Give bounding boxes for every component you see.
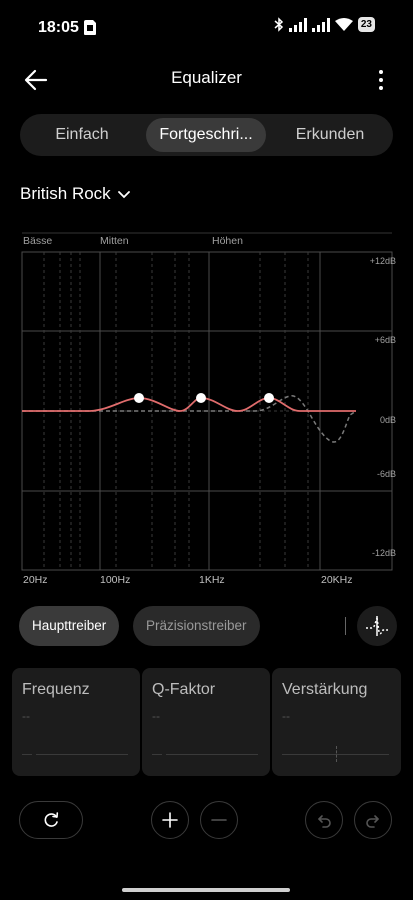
eq-control-point[interactable] [134,393,144,403]
page-title: Equalizer [171,68,242,87]
eq-control-point[interactable] [196,393,206,403]
sim-card-icon [84,20,96,35]
y-tick-label: +6dB [375,335,396,345]
tab-erkunden[interactable]: Erkunden [272,118,388,152]
plus-icon [162,812,178,828]
eq-control-point[interactable] [264,393,274,403]
frequency-label: Frequenz [22,681,90,698]
gain-card[interactable]: Verstärkung -- [272,668,401,776]
band-label-bass: Bässe [23,235,52,247]
minus-icon [211,819,227,821]
frequency-card[interactable]: Frequenz -- [12,668,140,776]
frequency-slider[interactable] [36,754,128,755]
y-tick-label: 0dB [380,415,396,425]
add-point-button[interactable] [151,801,189,839]
signal-icon [311,17,330,32]
more-vertical-icon[interactable] [371,66,391,94]
status-time: 18:05 [38,19,79,36]
gain-center-mark [336,746,337,762]
undo-button[interactable] [305,801,343,839]
reset-icon [44,812,59,827]
tab-fortgeschritten[interactable]: Fortgeschri... [146,118,266,152]
driver-selector: Haupttreiber Präzisionstreiber [0,604,413,648]
q-factor-value: -- [152,709,160,723]
tab-einfach[interactable]: Einfach [24,118,140,152]
reset-button[interactable] [19,801,83,839]
x-tick-label: 1KHz [199,574,225,586]
main-driver-button[interactable]: Haupttreiber [19,606,120,646]
header: Equalizer [0,56,413,102]
x-tick-label: 100Hz [100,574,130,586]
battery-icon: 23 [357,17,375,32]
preset-name: British Rock [20,184,111,203]
frequency-slider-lead [22,754,32,755]
status-bar: 18:05 23 [0,0,413,56]
curve-toggle-icon[interactable] [357,606,397,646]
redo-icon [366,815,379,828]
home-indicator[interactable] [122,888,290,892]
q-factor-label: Q-Faktor [152,681,216,698]
x-tick-label: 20Hz [23,574,48,586]
precision-driver-button[interactable]: Präzisionstreiber [133,606,260,646]
chevron-down-icon [117,191,130,199]
wifi-icon [334,17,353,31]
band-label-mid: Mitten [100,235,129,247]
bluetooth-icon [274,17,283,32]
gain-value: -- [282,709,290,723]
y-tick-label: -6dB [377,469,396,479]
gain-label: Verstärkung [282,681,368,698]
mode-tabs: Einfach Fortgeschri... Erkunden [20,114,393,156]
frequency-value: -- [22,709,30,723]
undo-icon [318,815,331,828]
band-label-high: Höhen [212,235,243,247]
redo-button[interactable] [354,801,392,839]
q-factor-slider-lead [152,754,162,755]
signal-icon [288,17,307,32]
eq-chart[interactable]: Bässe Mitten Höhen +12dB +6dB 0dB -6dB -… [0,226,413,592]
divider [345,617,346,635]
preset-dropdown[interactable]: British Rock [20,184,131,204]
y-tick-label: +12dB [370,256,396,266]
remove-point-button[interactable] [200,801,238,839]
y-tick-label: -12dB [372,548,396,558]
x-tick-label: 20KHz [321,574,353,586]
q-factor-card[interactable]: Q-Faktor -- [142,668,270,776]
q-factor-slider[interactable] [166,754,258,755]
